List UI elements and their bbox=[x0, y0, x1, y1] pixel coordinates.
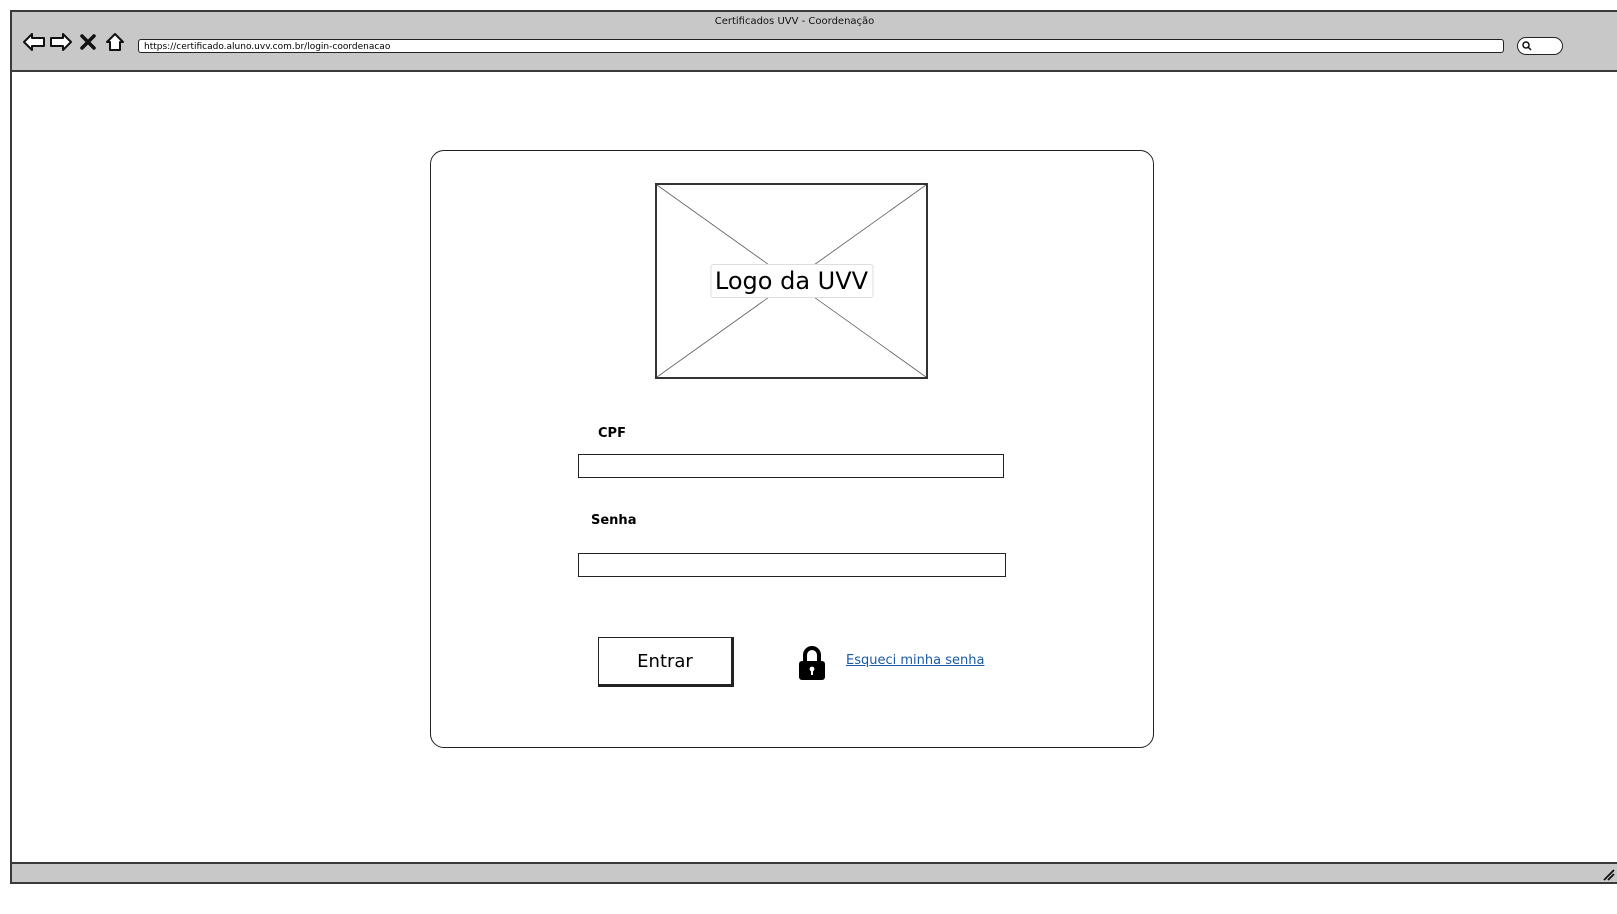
status-bar bbox=[12, 862, 1617, 882]
window-title: Certificados UVV - Coordenação bbox=[714, 16, 875, 27]
search-field[interactable] bbox=[1517, 37, 1563, 55]
logo-placeholder: Logo da UVV bbox=[655, 183, 928, 379]
arrow-left-icon bbox=[22, 32, 45, 51]
cpf-input[interactable] bbox=[578, 454, 1004, 478]
stop-button[interactable] bbox=[76, 30, 99, 53]
home-icon bbox=[105, 32, 124, 51]
cpf-label: CPF bbox=[598, 426, 626, 441]
password-label: Senha bbox=[591, 513, 637, 528]
address-bar[interactable]: https://certificado.aluno.uvv.com.br/log… bbox=[138, 39, 1504, 53]
arrow-right-icon bbox=[49, 32, 72, 51]
browser-toolbar: Certificados UVV - Coordenação https://c… bbox=[12, 12, 1617, 72]
search-icon bbox=[1522, 41, 1532, 51]
lock-icon bbox=[799, 646, 825, 680]
submit-button[interactable]: Entrar bbox=[598, 637, 734, 687]
resize-grip-icon[interactable] bbox=[1601, 867, 1615, 881]
navigation-buttons bbox=[22, 30, 126, 53]
home-button[interactable] bbox=[103, 30, 126, 53]
close-icon bbox=[79, 33, 96, 50]
back-button[interactable] bbox=[22, 30, 45, 53]
logo-label: Logo da UVV bbox=[709, 264, 874, 298]
forgot-password-link[interactable]: Esqueci minha senha bbox=[846, 653, 984, 668]
forward-button[interactable] bbox=[49, 30, 72, 53]
password-input[interactable] bbox=[578, 553, 1006, 577]
